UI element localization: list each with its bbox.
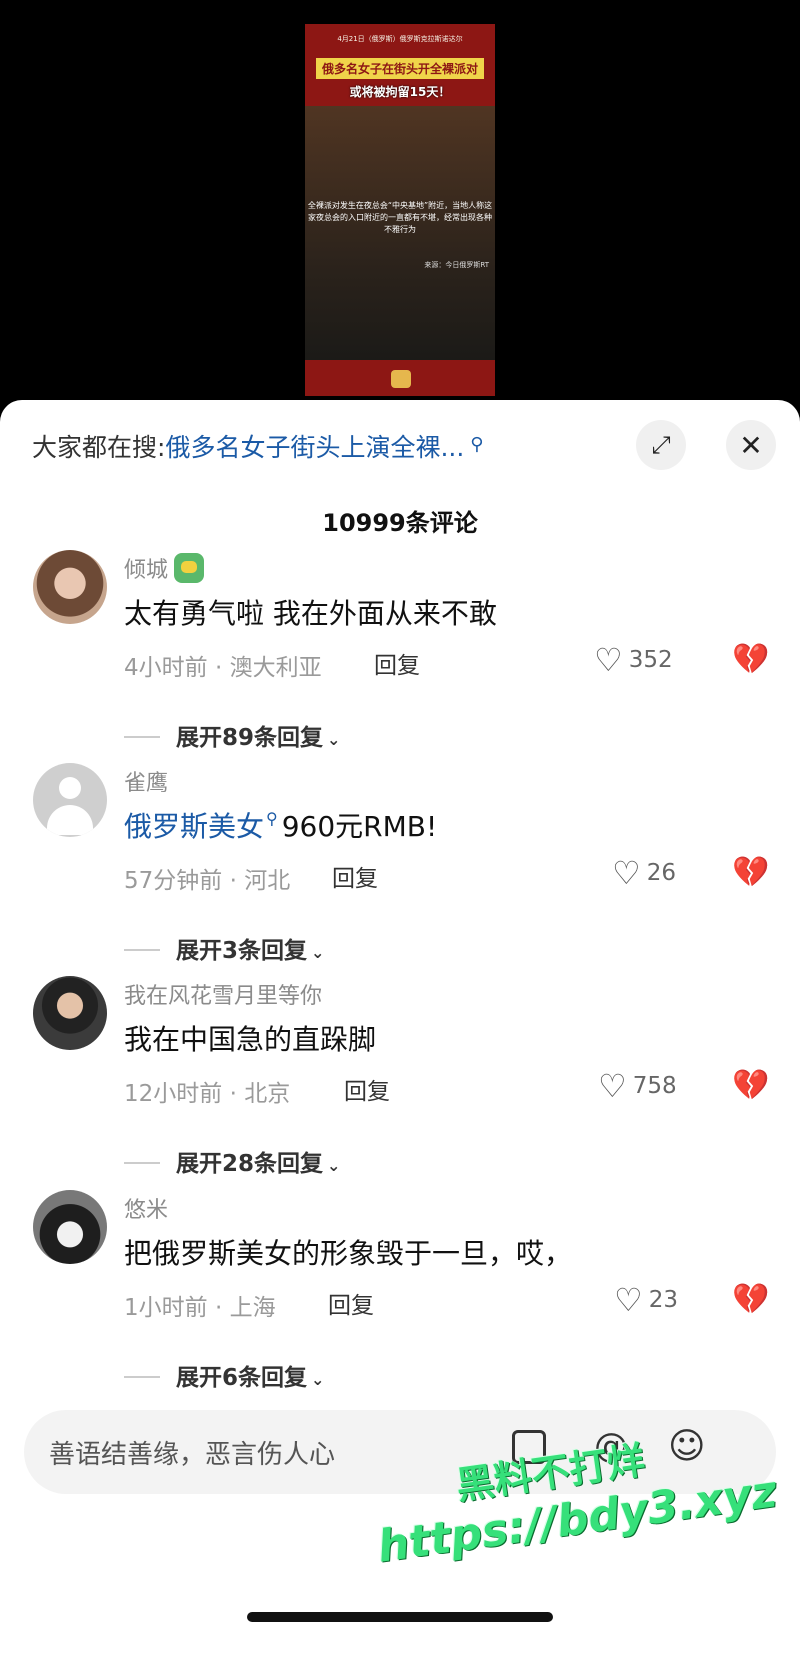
- comment-meta: 57分钟前 · 河北: [124, 868, 291, 894]
- dislike-icon[interactable]: 💔: [732, 1068, 769, 1103]
- dragon-badge-icon: [174, 553, 205, 583]
- comment-count: 10999条评论: [322, 509, 478, 537]
- chevron-down-icon: ⌄: [327, 1156, 341, 1175]
- video-top-text: 4月21日（俄罗斯）俄罗斯克拉斯诺达尔: [337, 35, 463, 43]
- divider: [124, 1162, 160, 1164]
- expand-replies-label: 展开3条回复: [176, 938, 308, 964]
- heart-icon: ♡: [614, 1281, 643, 1319]
- like-count: 23: [648, 1287, 678, 1313]
- comment-input-placeholder: 善语结善缘，恶言伤人心: [49, 1440, 336, 1470]
- video-player[interactable]: 4月21日（俄罗斯）俄罗斯克拉斯诺达尔 俄多名女子在街头开全裸派对 或将被拘留1…: [0, 0, 800, 420]
- expand-replies[interactable]: 展开89条回复 ⌄: [124, 718, 340, 752]
- comment-meta: 12小时前 · 北京: [124, 1081, 291, 1107]
- divider: [124, 736, 160, 738]
- comment-username-text: 倾城: [124, 558, 169, 583]
- expand-replies[interactable]: 展开3条回复 ⌄: [124, 931, 324, 965]
- expand-replies-label: 展开28条回复: [176, 1151, 324, 1177]
- avatar[interactable]: [33, 1190, 107, 1264]
- trending-search-query[interactable]: 俄多名女子街头上演全裸...: [165, 433, 464, 462]
- avatar[interactable]: [33, 976, 107, 1050]
- comment-text-rest: 960元RMB!: [281, 810, 438, 843]
- reply-button[interactable]: 回复: [374, 646, 420, 680]
- divider: [124, 1376, 160, 1378]
- like-button[interactable]: ♡ 26: [612, 857, 676, 889]
- expand-button[interactable]: ⤢: [636, 420, 686, 470]
- search-icon: ⚲: [266, 809, 278, 828]
- video-source: 来源：今日俄罗斯RT: [424, 261, 489, 269]
- dislike-icon[interactable]: 💔: [732, 855, 769, 890]
- expand-replies-label: 展开89条回复: [176, 725, 324, 751]
- chevron-down-icon: ⌄: [311, 943, 325, 962]
- reply-button[interactable]: 回复: [332, 859, 378, 893]
- close-button[interactable]: ✕: [726, 420, 776, 470]
- dislike-icon[interactable]: 💔: [732, 642, 769, 677]
- comment-search-link[interactable]: 俄罗斯美女: [124, 810, 264, 843]
- like-button[interactable]: ♡ 758: [598, 1070, 677, 1102]
- comment-meta: 4小时前 · 澳大利亚: [124, 655, 322, 681]
- trending-search[interactable]: 大家都在搜:俄多名女子街头上演全裸... ⚲: [32, 428, 592, 464]
- heart-icon: ♡: [598, 1067, 627, 1105]
- avatar[interactable]: [33, 763, 107, 837]
- video-caption-line1: 俄多名女子在街头开全裸派对: [315, 58, 484, 79]
- like-count: 758: [632, 1073, 677, 1099]
- comment-username[interactable]: 我在风花雪月里等你: [124, 978, 322, 1010]
- heart-icon: ♡: [612, 854, 641, 892]
- comment-username[interactable]: 悠米: [124, 1192, 168, 1224]
- expand-replies[interactable]: 展开6条回复 ⌄: [124, 1358, 324, 1392]
- expand-replies-label: 展开6条回复: [176, 1365, 308, 1391]
- video-bottom-text: 全裸派对发生在夜总会“中央基地”附近，当地人称这家夜总会的入口附近的一直都有不堪…: [307, 201, 493, 234]
- home-indicator[interactable]: [247, 1612, 553, 1622]
- divider: [124, 949, 160, 951]
- comment-username[interactable]: 倾城: [124, 552, 205, 584]
- avatar[interactable]: [33, 550, 107, 624]
- comment-text: 太有勇气啦 我在外面从来不敢: [124, 597, 497, 630]
- chevron-down-icon: ⌄: [327, 730, 341, 749]
- reply-button[interactable]: 回复: [328, 1286, 374, 1320]
- like-button[interactable]: ♡ 352: [594, 644, 673, 676]
- close-icon: ✕: [739, 428, 763, 462]
- emoji-icon[interactable]: ☺: [668, 1426, 706, 1467]
- comment-username[interactable]: 雀鹰: [124, 765, 168, 797]
- trending-search-prefix: 大家都在搜:: [32, 433, 166, 462]
- like-button[interactable]: ♡ 23: [614, 1284, 678, 1316]
- chevron-down-icon: ⌄: [311, 1370, 325, 1389]
- expand-replies[interactable]: 展开28条回复 ⌄: [124, 1144, 340, 1178]
- comment-text: 俄罗斯美女 ⚲ 960元RMB!: [124, 805, 437, 845]
- video-logo: [391, 370, 411, 388]
- comment-text: 把俄罗斯美女的形象毁于一旦，哎，: [124, 1237, 573, 1270]
- expand-icon: ⤢: [651, 431, 671, 459]
- reply-button[interactable]: 回复: [344, 1072, 390, 1106]
- video-caption-line2: 或将被拘留15天！: [349, 85, 451, 99]
- comment-meta: 1小时前 · 上海: [124, 1295, 276, 1321]
- like-count: 26: [646, 860, 676, 886]
- video-frame: 4月21日（俄罗斯）俄罗斯克拉斯诺达尔 俄多名女子在街头开全裸派对 或将被拘留1…: [305, 24, 495, 396]
- heart-icon: ♡: [594, 641, 623, 679]
- dislike-icon[interactable]: 💔: [732, 1282, 769, 1317]
- search-icon: ⚲: [470, 434, 484, 455]
- like-count: 352: [628, 647, 673, 673]
- comment-text: 我在中国急的直跺脚: [124, 1023, 377, 1056]
- video-caption: 俄多名女子在街头开全裸派对 或将被拘留15天！: [305, 58, 495, 100]
